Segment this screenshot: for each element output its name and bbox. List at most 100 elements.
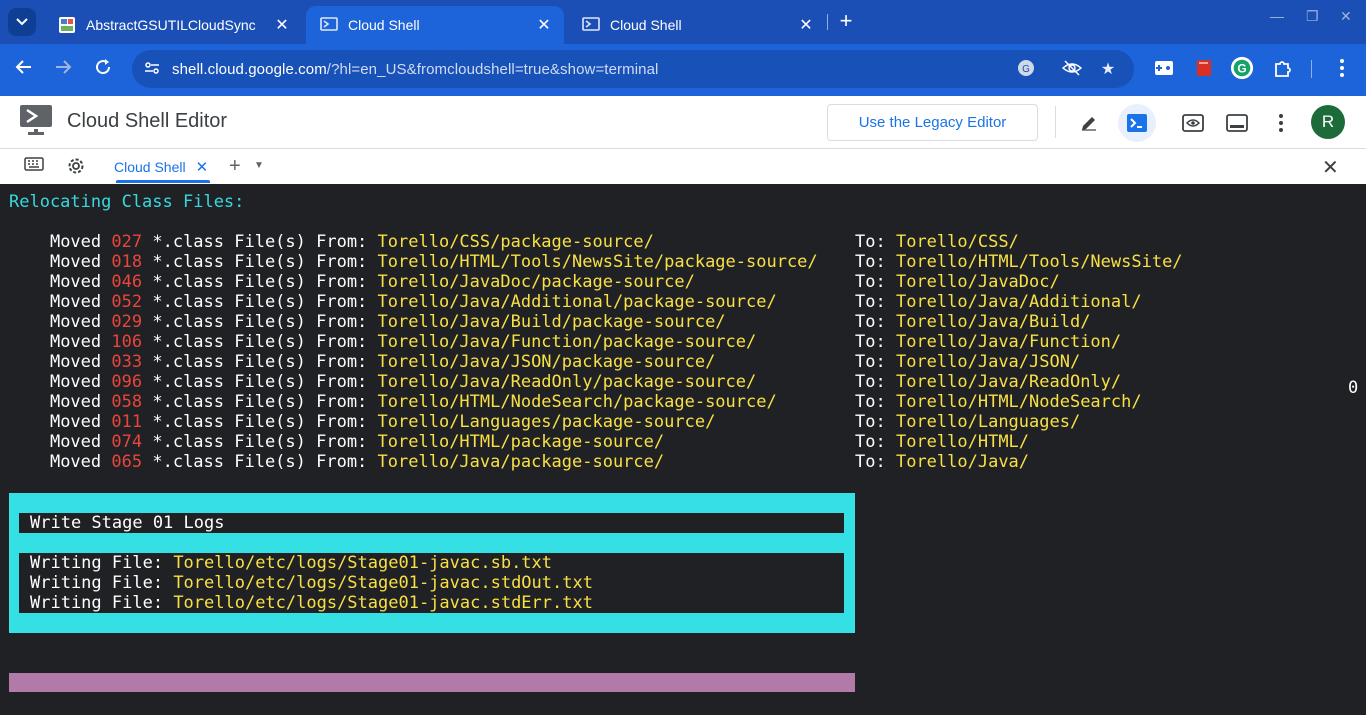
files-label: *.class File(s) From: <box>152 412 368 432</box>
reload-button[interactable] <box>89 56 117 84</box>
add-terminal-dropdown-icon[interactable]: ▼ <box>254 160 264 171</box>
writing-label: Writing File: <box>30 573 164 593</box>
from-path: Torello/Java/Function/package-source/ <box>377 332 757 352</box>
destination: To: Torello/Java/ReadOnly/ <box>855 372 1121 392</box>
to-path: Torello/JavaDoc/ <box>895 272 1060 292</box>
open-terminal-button[interactable] <box>1118 104 1156 142</box>
browser-toolbar: shell.cloud.google.com/?hl=en_US&fromclo… <box>0 44 1366 96</box>
forward-arrow-icon <box>56 60 72 74</box>
stage-log-box: Write Stage 01 Logs Writing File: Torell… <box>9 493 855 633</box>
browser-tab-abstract[interactable]: AbstractGSUTILCloudSync ✕ <box>44 6 302 44</box>
close-tab-icon[interactable]: ✕ <box>536 15 552 35</box>
tab-separator <box>827 14 828 30</box>
user-avatar[interactable]: R <box>1311 105 1345 139</box>
from-path: Torello/Java/JSON/package-source/ <box>377 352 716 372</box>
to-path: Torello/CSS/ <box>895 232 1019 252</box>
to-label: To: <box>855 312 886 332</box>
extension-gamepad-icon[interactable] <box>1152 56 1176 80</box>
moved-label: Moved <box>49 412 102 432</box>
settings-gear-icon[interactable] <box>65 156 87 178</box>
minimize-icon[interactable]: — <box>1270 8 1284 24</box>
restore-icon[interactable]: ❐ <box>1306 8 1319 25</box>
files-label: *.class File(s) From: <box>152 292 368 312</box>
active-tab-indicator <box>116 180 210 183</box>
terminal-heading: Relocating Class Files: <box>9 192 245 212</box>
close-tab-icon[interactable]: ✕ <box>798 15 814 35</box>
relocation-row: Moved 106 *.class File(s) From: Torello/… <box>9 332 756 352</box>
to-path: Torello/Java/Build/ <box>895 312 1091 332</box>
relocation-row: Moved 058 *.class File(s) From: Torello/… <box>9 392 777 412</box>
terminal-tab-label: Cloud Shell <box>114 158 186 175</box>
to-label: To: <box>855 232 886 252</box>
terminal-tab-bar: Cloud Shell ✕ + ▼ ✕ <box>0 149 1366 184</box>
cloud-shell-header: Cloud Shell Editor Use the Legacy Editor… <box>0 96 1366 149</box>
to-path: Torello/Languages/ <box>895 412 1081 432</box>
writing-label: Writing File: <box>30 553 164 573</box>
destination: To: Torello/Java/Function/ <box>855 332 1121 352</box>
writing-file-line: Writing File: Torello/etc/logs/Stage01-j… <box>30 593 593 613</box>
extensions-puzzle-icon[interactable] <box>1271 56 1295 80</box>
back-button[interactable] <box>10 56 38 84</box>
moved-label: Moved <box>49 292 102 312</box>
legacy-editor-button[interactable]: Use the Legacy Editor <box>827 104 1038 141</box>
site-info-icon[interactable] <box>142 59 162 79</box>
forward-button[interactable] <box>49 56 77 84</box>
layout-button[interactable] <box>1218 104 1256 142</box>
close-tab-icon[interactable]: ✕ <box>274 15 290 35</box>
to-path: Torello/Java/Additional/ <box>895 292 1142 312</box>
progress-bar <box>9 673 855 692</box>
from-path: Torello/Java/ReadOnly/package-source/ <box>377 372 757 392</box>
from-path: Torello/HTML/Tools/NewsSite/package-sour… <box>377 252 818 272</box>
moved-label: Moved <box>49 352 102 372</box>
to-label: To: <box>855 252 886 272</box>
relocation-row: Moved 027 *.class File(s) From: Torello/… <box>9 232 654 252</box>
tab-search-button[interactable] <box>8 8 36 36</box>
bookmark-star-icon[interactable]: ★ <box>1098 59 1118 79</box>
destination: To: Torello/Java/ <box>855 452 1029 472</box>
grammarly-icon[interactable]: G <box>1230 56 1254 80</box>
close-terminal-panel-icon[interactable]: ✕ <box>1322 155 1339 180</box>
browser-tab-strip: AbstractGSUTILCloudSync ✕ Cloud Shell ✕ … <box>0 0 1366 44</box>
log-file-path: Torello/etc/logs/Stage01-javac.stdErr.tx… <box>173 593 593 613</box>
files-label: *.class File(s) From: <box>152 252 368 272</box>
window-close-icon[interactable]: ✕ <box>1340 8 1352 25</box>
file-count: 033 <box>111 352 143 372</box>
writing-label: Writing File: <box>30 593 164 613</box>
add-terminal-button[interactable]: + <box>229 155 241 178</box>
eye-off-icon[interactable] <box>1061 59 1083 79</box>
cloud-shell-favicon-icon <box>320 17 338 31</box>
more-vert-icon <box>1279 114 1283 132</box>
relocation-row: Moved 052 *.class File(s) From: Torello/… <box>9 292 777 312</box>
browser-tab-cloud-shell[interactable]: Cloud Shell ✕ <box>568 6 826 44</box>
web-preview-button[interactable] <box>1174 104 1212 142</box>
more-options-button[interactable] <box>1262 104 1300 142</box>
close-terminal-tab-icon[interactable]: ✕ <box>196 158 209 176</box>
files-label: *.class File(s) From: <box>152 332 368 352</box>
address-bar[interactable]: shell.cloud.google.com/?hl=en_US&fromclo… <box>132 50 1134 88</box>
pencil-icon <box>1082 117 1096 131</box>
browser-menu-icon[interactable] <box>1330 56 1354 80</box>
terminal-output[interactable]: Relocating Class Files: Moved 027 *.clas… <box>0 184 1366 715</box>
keyboard-icon[interactable] <box>23 156 45 178</box>
new-tab-button[interactable]: + <box>834 10 858 34</box>
header-divider <box>1055 106 1056 138</box>
browser-tab-cloud-shell-active[interactable]: Cloud Shell ✕ <box>306 6 564 44</box>
open-editor-button[interactable] <box>1070 104 1108 142</box>
to-label: To: <box>855 392 886 412</box>
terminal-tab-cloud-shell[interactable]: Cloud Shell ✕ <box>114 149 212 184</box>
from-path: Torello/HTML/NodeSearch/package-source/ <box>377 392 777 412</box>
files-label: *.class File(s) From: <box>152 232 368 252</box>
relocation-row: Moved 046 *.class File(s) From: Torello/… <box>9 272 695 292</box>
moved-label: Moved <box>49 232 102 252</box>
from-path: Torello/CSS/package-source/ <box>377 232 654 252</box>
writing-file-line: Writing File: Torello/etc/logs/Stage01-j… <box>30 573 593 593</box>
destination: To: Torello/Languages/ <box>855 412 1080 432</box>
moved-label: Moved <box>49 272 102 292</box>
files-label: *.class File(s) From: <box>152 392 368 412</box>
translate-icon[interactable]: G <box>1016 59 1036 79</box>
extension-book-icon[interactable] <box>1192 56 1216 80</box>
destination: To: Torello/JavaDoc/ <box>855 272 1060 292</box>
file-count: 018 <box>111 252 143 272</box>
to-label: To: <box>855 452 886 472</box>
tab-title: Cloud Shell <box>610 17 682 33</box>
